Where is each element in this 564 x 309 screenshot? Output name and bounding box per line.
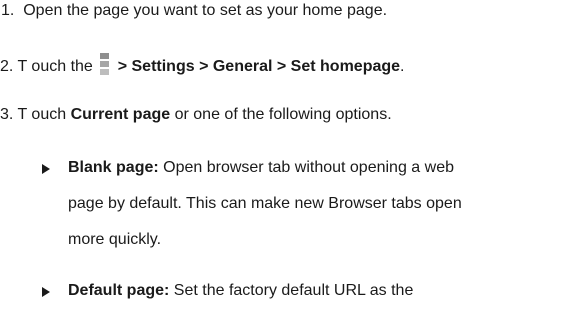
step-3-prefix: 3. T ouch xyxy=(0,106,67,123)
option-blank-page-line-1: Blank page: Open browser tab without ope… xyxy=(68,158,454,178)
step-3: 3. T ouch Current page or one of the fol… xyxy=(0,105,392,125)
step-2-prefix: 2. T ouch the xyxy=(0,58,93,75)
option-blank-page-desc-1: Open browser tab without opening a web xyxy=(163,159,454,176)
step-3-current-page: Current page xyxy=(70,106,171,123)
option-default-page-term: Default page: xyxy=(68,282,170,299)
option-blank-page-term: Blank page: xyxy=(68,159,159,176)
option-blank-page-line-2: page by default. This can make new Brows… xyxy=(68,194,462,214)
step-2: 2. T ouch the > Settings > General > Set… xyxy=(0,53,405,76)
option-blank-page-desc-2: page by default. This can make new Brows… xyxy=(68,195,462,212)
step-1-text: Open the page you want to set as your ho… xyxy=(23,2,388,19)
menu-icon xyxy=(100,53,110,76)
step-2-suffix: . xyxy=(400,58,405,75)
option-default-page-desc-1: Set the factory default URL as the xyxy=(173,282,414,299)
bullet-arrow-icon xyxy=(42,287,50,297)
step-1: 1. Open the page you want to set as your… xyxy=(1,1,387,21)
option-default-page-line-1: Default page: Set the factory default UR… xyxy=(68,281,413,301)
step-3-suffix: or one of the following options. xyxy=(174,106,392,123)
option-blank-page-line-3: more quickly. xyxy=(68,230,161,250)
bullet-arrow-icon xyxy=(42,164,50,174)
step-1-number: 1. xyxy=(1,2,15,19)
step-2-settings-path: > Settings > General > Set homepage xyxy=(117,58,401,75)
option-blank-page-desc-3: more quickly. xyxy=(68,231,162,248)
